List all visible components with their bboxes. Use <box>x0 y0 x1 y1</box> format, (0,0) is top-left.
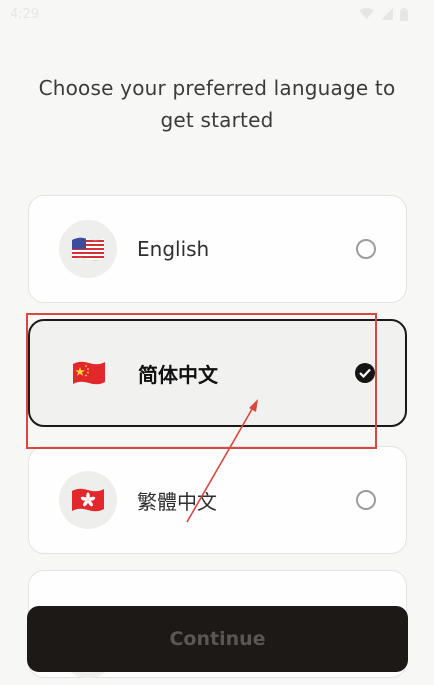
us-flag-icon <box>72 237 104 261</box>
status-bar: 4:29 <box>0 0 434 28</box>
wifi-icon <box>359 8 374 19</box>
language-label: 简体中文 <box>138 362 218 387</box>
language-option-simplified-chinese[interactable]: 简体中文 <box>28 319 407 427</box>
signal-icon <box>381 8 393 20</box>
radio-unchecked-icon[interactable] <box>356 239 376 259</box>
flag-container <box>60 344 118 402</box>
language-label: 繁體中文 <box>137 489 217 514</box>
checkmark-icon <box>359 368 371 378</box>
page-heading: Choose your preferred language to get st… <box>38 76 396 132</box>
radio-unchecked-icon[interactable] <box>356 490 376 510</box>
language-option-traditional-chinese[interactable]: 繁體中文 <box>28 446 407 554</box>
status-time: 4:29 <box>10 6 40 22</box>
radio-checked-icon[interactable] <box>355 363 375 383</box>
continue-button[interactable]: Continue <box>27 606 408 672</box>
status-icons <box>359 7 408 21</box>
flag-container <box>59 220 117 278</box>
language-label: English <box>137 237 210 261</box>
battery-icon <box>400 7 408 21</box>
language-option-english[interactable]: English <box>28 195 407 303</box>
china-flag-icon <box>73 361 105 385</box>
hong-kong-flag-icon <box>72 488 104 512</box>
flag-container <box>59 471 117 529</box>
